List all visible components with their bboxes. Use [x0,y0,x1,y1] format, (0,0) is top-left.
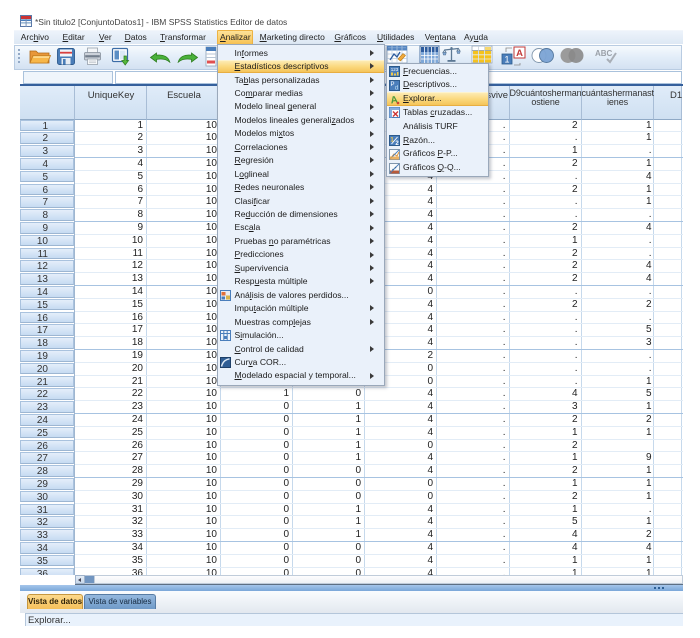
svg-text:123: 123 [390,67,398,72]
svg-text:ABC: ABC [595,49,613,58]
svg-text:d: d [394,85,397,91]
svg-text:A: A [516,48,523,59]
svg-text:1: 1 [504,55,509,65]
